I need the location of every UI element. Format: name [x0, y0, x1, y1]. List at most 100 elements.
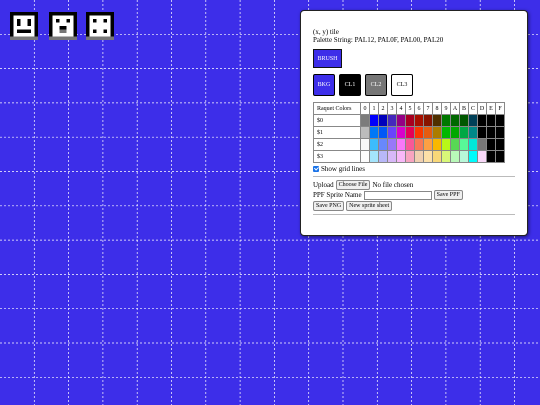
palette-row-label: $0: [313, 114, 361, 127]
palette-table-header: Raquet Colors: [313, 102, 361, 115]
palette-swatch[interactable]: [387, 114, 397, 127]
palette-column-header: C: [468, 102, 478, 115]
palette-swatch[interactable]: [450, 150, 460, 163]
palette-swatch[interactable]: [360, 114, 370, 127]
palette-swatch[interactable]: [441, 114, 451, 127]
palette-swatch[interactable]: [459, 114, 469, 127]
palette-swatch[interactable]: [360, 150, 370, 163]
palette-swatch[interactable]: [369, 126, 379, 139]
sprite-tile-2[interactable]: [86, 12, 114, 40]
sprite-tile-1[interactable]: [49, 12, 77, 40]
palette-swatch[interactable]: [396, 114, 406, 127]
palette-swatch[interactable]: [486, 150, 496, 163]
palette-swatch[interactable]: [441, 126, 451, 139]
color-select-buttons: BKG CL1 CL2 CL3: [313, 74, 515, 96]
palette-swatch[interactable]: [468, 150, 478, 163]
brush-button[interactable]: BRUSH: [313, 49, 342, 68]
palette-row: $2: [313, 138, 505, 151]
palette-swatch[interactable]: [477, 150, 487, 163]
palette-swatch[interactable]: [396, 150, 406, 163]
palette-column-header: 8: [432, 102, 442, 115]
palette-swatch[interactable]: [432, 138, 442, 151]
palette-swatch[interactable]: [378, 150, 388, 163]
palette-column-header: B: [459, 102, 469, 115]
palette-swatch[interactable]: [459, 150, 469, 163]
palette-swatch[interactable]: [477, 114, 487, 127]
palette-swatch[interactable]: [495, 150, 505, 163]
palette-swatch[interactable]: [414, 138, 424, 151]
palette-swatch[interactable]: [405, 114, 415, 127]
palette-swatch[interactable]: [387, 138, 397, 151]
palette-row: $3: [313, 150, 505, 163]
cl2-color-button[interactable]: CL2: [365, 74, 387, 96]
palette-column-header: F: [495, 102, 505, 115]
palette-swatch[interactable]: [459, 138, 469, 151]
palette-swatch[interactable]: [432, 114, 442, 127]
palette-swatch[interactable]: [423, 138, 433, 151]
save-png-button[interactable]: Save PNG: [313, 201, 345, 211]
sprite-name-label: PPF Sprite Name: [313, 190, 362, 199]
palette-swatch[interactable]: [369, 138, 379, 151]
palette-swatch[interactable]: [405, 138, 415, 151]
palette-swatch[interactable]: [405, 126, 415, 139]
palette-swatch[interactable]: [468, 114, 478, 127]
palette-swatch[interactable]: [486, 126, 496, 139]
sprite-name-input[interactable]: [363, 190, 432, 200]
palette-swatch[interactable]: [414, 126, 424, 139]
palette-swatch[interactable]: [432, 126, 442, 139]
palette-column-header: E: [486, 102, 496, 115]
palette-swatch[interactable]: [468, 126, 478, 139]
palette-column-header: 4: [396, 102, 406, 115]
palette-swatch[interactable]: [495, 114, 505, 127]
cl3-color-button[interactable]: CL3: [391, 74, 413, 96]
bkg-color-button[interactable]: BKG: [313, 74, 335, 96]
palette-swatch[interactable]: [495, 126, 505, 139]
palette-swatch[interactable]: [405, 150, 415, 163]
divider: [313, 176, 515, 177]
palette-row-label: $1: [313, 126, 361, 139]
palette-swatch[interactable]: [369, 114, 379, 127]
cl1-color-button[interactable]: CL1: [339, 74, 361, 96]
palette-swatch[interactable]: [378, 126, 388, 139]
choose-file-button[interactable]: Choose File: [335, 180, 371, 190]
palette-column-header: 0: [360, 102, 370, 115]
sprite-tile-0[interactable]: [10, 12, 38, 40]
palette-swatch[interactable]: [468, 138, 478, 151]
palette-swatch[interactable]: [378, 138, 388, 151]
save-ppf-button[interactable]: Save PPF: [433, 190, 463, 200]
palette-swatch[interactable]: [396, 138, 406, 151]
palette-swatch[interactable]: [360, 138, 370, 151]
divider-bottom: [313, 214, 515, 215]
new-sprite-sheet-button[interactable]: New sprite sheet: [346, 201, 393, 211]
show-grid-checkbox[interactable]: [313, 166, 319, 172]
palette-swatch[interactable]: [423, 150, 433, 163]
palette-swatch[interactable]: [432, 150, 442, 163]
palette-panel: (x, y) tile Palette String: PAL12, PAL0F…: [300, 10, 528, 236]
palette-swatch[interactable]: [414, 150, 424, 163]
palette-swatch[interactable]: [414, 114, 424, 127]
palette-swatch[interactable]: [441, 150, 451, 163]
palette-swatch[interactable]: [360, 126, 370, 139]
palette-table: Raquet Colors 0123456789ABCDEF $0 $1 $2 $3: [313, 102, 505, 163]
palette-swatch[interactable]: [378, 114, 388, 127]
palette-swatch[interactable]: [423, 114, 433, 127]
palette-swatch[interactable]: [441, 138, 451, 151]
palette-row: $1: [313, 126, 505, 139]
palette-swatch[interactable]: [450, 138, 460, 151]
palette-swatch[interactable]: [477, 138, 487, 151]
palette-swatch[interactable]: [486, 138, 496, 151]
palette-swatch[interactable]: [477, 126, 487, 139]
palette-swatch[interactable]: [387, 150, 397, 163]
palette-swatch[interactable]: [486, 114, 496, 127]
palette-swatch[interactable]: [459, 126, 469, 139]
show-grid-toggle[interactable]: Show grid lines: [313, 165, 515, 173]
palette-swatch[interactable]: [387, 126, 397, 139]
palette-swatch[interactable]: [423, 126, 433, 139]
palette-row: $0: [313, 114, 505, 127]
palette-swatch[interactable]: [369, 150, 379, 163]
palette-swatch[interactable]: [495, 138, 505, 151]
palette-swatch[interactable]: [450, 126, 460, 139]
palette-swatch[interactable]: [396, 126, 406, 139]
palette-swatch[interactable]: [450, 114, 460, 127]
palette-column-header: 9: [441, 102, 451, 115]
